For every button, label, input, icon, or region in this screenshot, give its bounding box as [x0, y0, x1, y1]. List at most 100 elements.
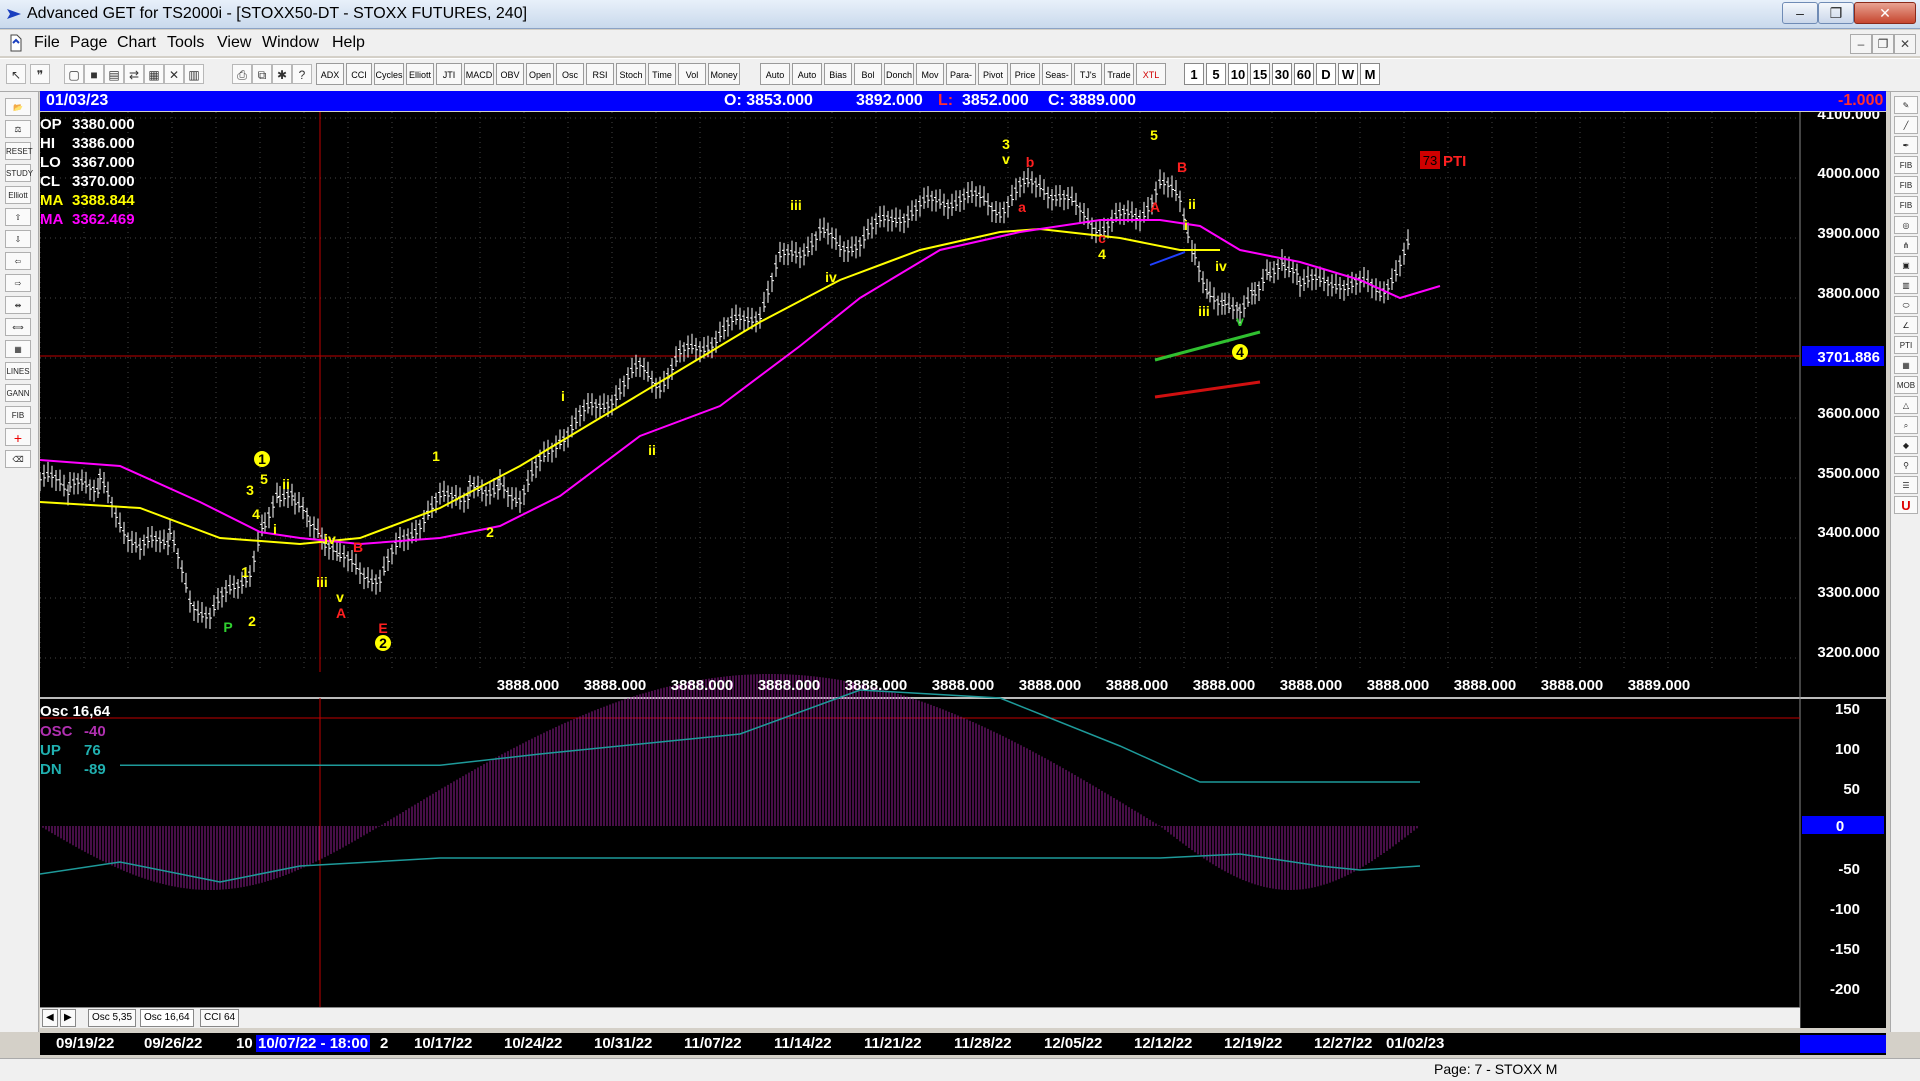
- undo-icon[interactable]: U: [1894, 496, 1918, 514]
- reset-icon[interactable]: RESET: [5, 142, 33, 160]
- tb-adx-dmi[interactable]: ADX DMI: [316, 63, 344, 85]
- tb-auto-trend[interactable]: Auto Trend: [792, 63, 822, 85]
- tf-10[interactable]: 10: [1228, 63, 1248, 85]
- tf-30[interactable]: 30: [1272, 63, 1292, 85]
- gann-icon[interactable]: GANN: [5, 384, 31, 402]
- pin-icon[interactable]: ⚲: [1894, 456, 1918, 474]
- elliott-icon[interactable]: Elliott: [5, 186, 31, 204]
- fib-ret-icon[interactable]: FIB: [1894, 156, 1918, 174]
- tab-cci-64[interactable]: CCI 64: [200, 1009, 240, 1027]
- tb-time-clust[interactable]: Time Clust: [648, 63, 676, 85]
- tb-auto-gann[interactable]: Auto Gann: [760, 63, 790, 85]
- grid-small-icon[interactable]: ▦: [1894, 356, 1918, 374]
- compress-icon[interactable]: ⇹: [5, 296, 31, 314]
- cross-icon[interactable]: ✕: [164, 64, 184, 84]
- tb-xtl[interactable]: XTL: [1136, 63, 1166, 85]
- tf-m[interactable]: M: [1360, 63, 1380, 85]
- tb-bol-band[interactable]: Bol Band: [854, 63, 882, 85]
- new-page-icon[interactable]: ▢: [64, 64, 84, 84]
- tb-donch[interactable]: Donch: [884, 63, 914, 85]
- layout-icon[interactable]: ▥: [184, 64, 204, 84]
- list-icon[interactable]: ☰: [1894, 476, 1918, 494]
- tb-jti[interactable]: JTI: [436, 63, 462, 85]
- mdi-restore-button[interactable]: ❐: [1872, 34, 1894, 54]
- box-icon[interactable]: ▣: [1894, 256, 1918, 274]
- quote-icon[interactable]: ❞: [30, 64, 50, 84]
- minimize-button[interactable]: –: [1782, 2, 1818, 24]
- scale-icon[interactable]: ⚖: [5, 120, 31, 138]
- fib-ext-icon[interactable]: FIB: [1894, 176, 1918, 194]
- menu-help[interactable]: Help: [332, 34, 365, 52]
- triangle-icon[interactable]: △: [1894, 396, 1918, 414]
- tb-seasonals[interactable]: Seas-onals: [1042, 63, 1072, 85]
- tf-w[interactable]: W: [1338, 63, 1358, 85]
- document-icon[interactable]: [8, 34, 24, 52]
- tb-osc[interactable]: Osc: [556, 63, 584, 85]
- help-icon[interactable]: ?: [292, 64, 312, 84]
- arrow-up-icon[interactable]: ⇧: [5, 208, 31, 226]
- tb-obv[interactable]: OBV: [496, 63, 524, 85]
- idea-icon[interactable]: ✱: [272, 64, 292, 84]
- tb-cycles[interactable]: Cycles: [374, 63, 404, 85]
- mdi-minimize-button[interactable]: –: [1850, 34, 1872, 54]
- tf-1[interactable]: 1: [1184, 63, 1204, 85]
- tb-vol[interactable]: Vol: [678, 63, 706, 85]
- crosshair-icon[interactable]: +: [5, 428, 31, 446]
- save-icon[interactable]: ■: [84, 64, 104, 84]
- tb-rsi[interactable]: RSI: [586, 63, 614, 85]
- trendline-icon[interactable]: ╱: [1894, 116, 1918, 134]
- pointer-icon[interactable]: ↖: [6, 64, 26, 84]
- ellipse-icon[interactable]: ⬭: [1894, 296, 1918, 314]
- menu-window[interactable]: Window: [262, 34, 319, 52]
- tab-osc-5-35[interactable]: Osc 5,35: [88, 1009, 137, 1027]
- angle-icon[interactable]: ∠: [1894, 316, 1918, 334]
- fan-icon[interactable]: ⋔: [1894, 236, 1918, 254]
- arrow-left-icon[interactable]: ⇦: [5, 252, 31, 270]
- chart-new-icon[interactable]: ▤: [104, 64, 124, 84]
- tb-stoch[interactable]: Stoch: [616, 63, 646, 85]
- copy-icon[interactable]: ⧉: [252, 64, 272, 84]
- tb-pivot[interactable]: Pivot: [978, 63, 1008, 85]
- open-folder-icon[interactable]: 📂: [5, 98, 31, 116]
- menu-chart[interactable]: Chart: [117, 34, 156, 52]
- menu-tools[interactable]: Tools: [167, 34, 204, 52]
- tab-osc-16-64[interactable]: Osc 16,64: [140, 1009, 194, 1027]
- tb-elliott-trig[interactable]: Elliott Trig: [406, 63, 434, 85]
- tb-open-int[interactable]: Open Int: [526, 63, 554, 85]
- chart-area[interactable]: 1 5 3 4 ii i iv iii v A B E 2 P 1 2 1 2 …: [40, 112, 1886, 1028]
- tf-5[interactable]: 5: [1206, 63, 1226, 85]
- tb-macd[interactable]: MACD: [464, 63, 494, 85]
- menu-view[interactable]: View: [217, 34, 251, 52]
- pti-icon[interactable]: PTI: [1894, 336, 1918, 354]
- mdi-close-button[interactable]: ✕: [1894, 34, 1916, 54]
- tf-15[interactable]: 15: [1250, 63, 1270, 85]
- tb-price-clust[interactable]: Price Clust: [1010, 63, 1040, 85]
- arrow-right-icon[interactable]: ⇨: [5, 274, 31, 292]
- tb-trade-profile[interactable]: Trade Profile: [1104, 63, 1134, 85]
- grid-toggle-icon[interactable]: ▦: [5, 340, 31, 358]
- refresh-icon[interactable]: ⇄: [124, 64, 144, 84]
- tag-icon[interactable]: ◆: [1894, 436, 1918, 454]
- tb-money-flow[interactable]: Money Flow: [708, 63, 740, 85]
- close-button[interactable]: ✕: [1854, 2, 1916, 24]
- tf-60[interactable]: 60: [1294, 63, 1314, 85]
- study-icon[interactable]: STUDY: [5, 164, 33, 182]
- eraser-icon[interactable]: ⌫: [5, 450, 31, 468]
- channel-icon[interactable]: ▥: [1894, 276, 1918, 294]
- print-icon[interactable]: ⎙: [232, 64, 252, 84]
- pencil-icon[interactable]: ✎: [1894, 96, 1918, 114]
- mob-icon[interactable]: MOB: [1894, 376, 1918, 394]
- tf-d[interactable]: D: [1316, 63, 1336, 85]
- menu-file[interactable]: File: [34, 34, 60, 52]
- tb-mov-ave[interactable]: Mov Ave: [916, 63, 944, 85]
- lines-icon[interactable]: LINES: [5, 362, 31, 380]
- pen-icon[interactable]: ✒: [1894, 136, 1918, 154]
- tb-parabolic[interactable]: Para-bolic: [946, 63, 976, 85]
- maximize-button[interactable]: ❐: [1818, 2, 1854, 24]
- grid-icon[interactable]: ▦: [144, 64, 164, 84]
- tab-scroll-left[interactable]: ◀: [42, 1009, 58, 1027]
- chart-canvas[interactable]: 1 5 3 4 ii i iv iii v A B E 2 P 1 2 1 2 …: [40, 112, 1886, 1028]
- fib-time-icon[interactable]: FIB: [1894, 196, 1918, 214]
- fib-icon[interactable]: FIB: [5, 406, 31, 424]
- tb-cci[interactable]: CCI: [346, 63, 372, 85]
